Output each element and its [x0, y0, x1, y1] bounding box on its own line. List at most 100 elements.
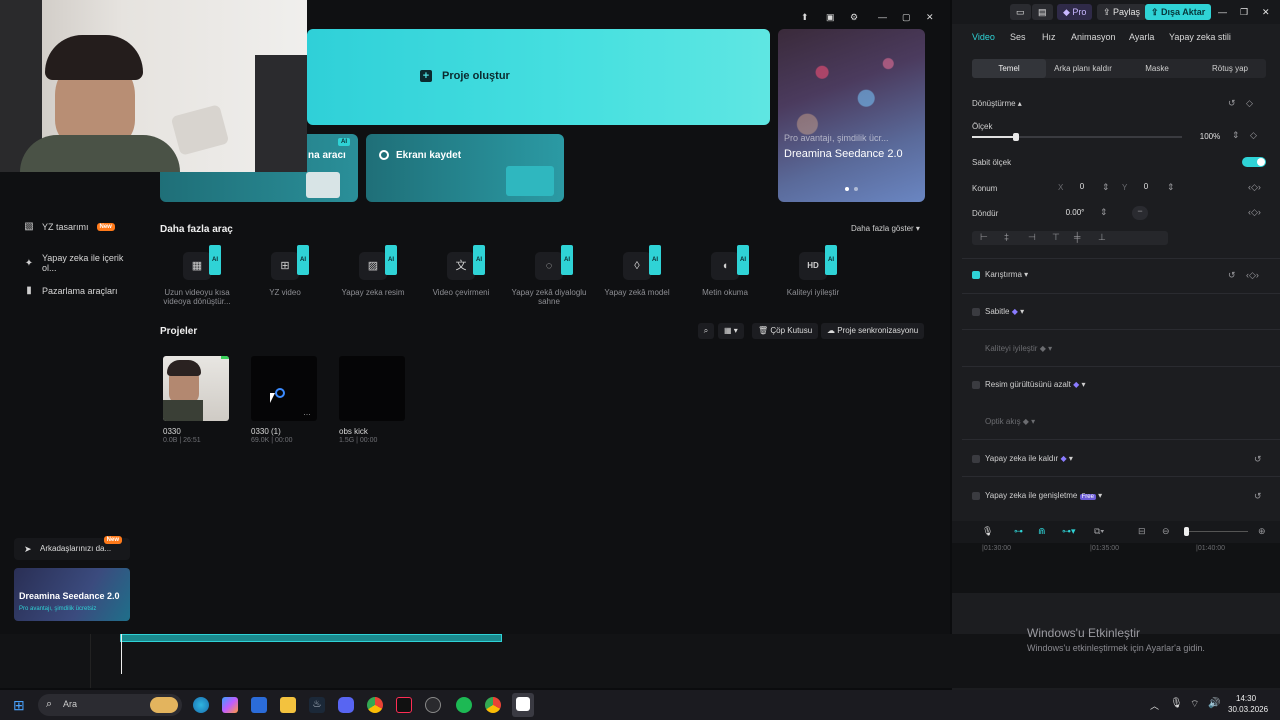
search-box[interactable]: ⌕ Ara	[38, 694, 182, 716]
invite-friends-button[interactable]: ➤ Arkadaşlarınızı da... New	[14, 536, 130, 560]
tab-adjust[interactable]: Ayarla	[1129, 32, 1154, 42]
magnet-icon[interactable]: ⋒	[1038, 526, 1046, 537]
pro-button[interactable]: ◆ Pro	[1057, 4, 1093, 20]
stabilize-checkbox[interactable]	[972, 308, 980, 316]
denoise-label[interactable]: Resim gürültüsünü azalt ◆ ▾	[985, 380, 1085, 389]
carousel-dot-active[interactable]	[845, 187, 849, 191]
app-icon[interactable]	[425, 697, 441, 713]
denoise-checkbox[interactable]	[972, 381, 980, 389]
store-icon[interactable]	[251, 697, 267, 713]
tool-enhance-quality[interactable]: HD AI Kaliteyi iyileştir	[773, 245, 853, 297]
share-button[interactable]: ⇪ Paylaş	[1097, 4, 1147, 20]
tab-speed[interactable]: Hız	[1042, 32, 1056, 42]
feedback-icon[interactable]: ▣	[826, 12, 835, 23]
volume-icon[interactable]: 🔊	[1208, 698, 1220, 709]
project-card[interactable]: obs kick 1.5G | 00:00	[339, 356, 405, 444]
scale-slider-handle[interactable]	[1013, 133, 1019, 141]
caption-icon[interactable]: ⊟	[1138, 526, 1146, 537]
zoom-slider[interactable]	[1184, 527, 1248, 536]
transform-title[interactable]: Dönüştürme ▴	[972, 99, 1022, 108]
wifi-icon[interactable]: ⌔	[1190, 698, 1199, 711]
view-toggle-icon[interactable]: ▦ ▾	[718, 323, 744, 339]
tool-ai-video[interactable]: ⊞ AI YZ video	[245, 245, 325, 297]
stepper-icon[interactable]: ⇕	[1100, 207, 1108, 218]
copilot-icon[interactable]	[222, 697, 238, 713]
maximize-icon[interactable]: ▢	[902, 12, 911, 23]
upload-icon[interactable]: ⬆	[801, 12, 809, 23]
uniform-scale-toggle[interactable]	[1242, 157, 1266, 167]
windows-start-icon[interactable]: ⊞	[13, 697, 29, 713]
keyframe-icon[interactable]: ◇	[1246, 98, 1253, 109]
rotate-dial-icon[interactable]: −	[1132, 206, 1148, 220]
minimize-icon[interactable]: —	[878, 12, 887, 22]
scale-slider[interactable]	[972, 133, 1182, 141]
tab-video[interactable]: Video	[972, 32, 995, 42]
clock-time[interactable]: 14:30	[1236, 694, 1256, 703]
microphone-icon[interactable]: 🎙	[982, 526, 993, 537]
more-options-icon[interactable]: …	[303, 408, 311, 417]
keyframe-icon[interactable]: ‹◇›	[1248, 207, 1261, 218]
sidebar-item-marketing[interactable]: ▮ Pazarlama araçları	[24, 285, 117, 296]
chrome-icon[interactable]	[485, 697, 501, 713]
reset-icon[interactable]: ↺	[1228, 98, 1236, 109]
zoom-in-icon[interactable]: ⊕	[1258, 526, 1266, 537]
tool-ai-dialog-scene[interactable]: ◌ AI Yapay zekâ diyaloglu sahne	[509, 245, 589, 306]
ai-remove-checkbox[interactable]	[972, 455, 980, 463]
layout-icon[interactable]: ▭	[1010, 4, 1031, 20]
playhead[interactable]	[121, 634, 122, 674]
rotate-input[interactable]: 0.00°	[1060, 206, 1090, 220]
keyframe-icon[interactable]: ‹◇›	[1248, 182, 1261, 193]
ai-expand-checkbox[interactable]	[972, 492, 980, 500]
scale-value[interactable]: 100%	[1192, 130, 1228, 144]
edge-icon[interactable]	[193, 697, 209, 713]
project-card[interactable]: 0330 0.0B | 26:51	[163, 356, 229, 444]
timeline-clip[interactable]	[120, 634, 502, 642]
align-left-icon[interactable]: ⊢	[980, 232, 988, 243]
maximize-icon[interactable]: ❐	[1234, 4, 1254, 20]
reset-icon[interactable]: ↺	[1228, 270, 1236, 281]
blend-checkbox[interactable]	[972, 271, 980, 279]
align-bottom-icon[interactable]: ⊥	[1098, 232, 1106, 243]
minimize-icon[interactable]: —	[1212, 4, 1233, 20]
zoom-out-icon[interactable]: ⊖	[1162, 526, 1170, 537]
tool-ai-image[interactable]: ▨ AI Yapay zeka resim	[333, 245, 413, 297]
zoom-slider-handle[interactable]	[1184, 527, 1189, 536]
tab-audio[interactable]: Ses	[1010, 32, 1026, 42]
create-project-button[interactable]: + Proje oluştur	[420, 70, 510, 82]
tool-text-to-speech[interactable]: ◖ AI Metin okuma	[685, 245, 765, 297]
stepper-icon[interactable]: ⇕	[1102, 182, 1110, 193]
sidebar-item-ai-design[interactable]: ▧ YZ tasarımı New	[24, 221, 115, 232]
align-top-icon[interactable]: ⊤	[1052, 232, 1060, 243]
show-more-link[interactable]: Daha fazla göster ▾	[851, 224, 920, 233]
project-card[interactable]: … 0330 (1) 69.0K | 00:00	[251, 356, 317, 444]
keyframe-icon[interactable]: ‹◇›	[1246, 270, 1259, 281]
blend-label[interactable]: Karıştırma ▾	[985, 270, 1028, 279]
ratio-icon[interactable]: ▤	[1032, 4, 1053, 20]
carousel-dot[interactable]	[854, 187, 858, 191]
pos-x-input[interactable]: 0	[1068, 180, 1096, 194]
align-right-icon[interactable]: ⊣	[1028, 232, 1036, 243]
tab-animation[interactable]: Animasyon	[1071, 32, 1116, 42]
clock-date[interactable]: 30.03.2026	[1228, 705, 1268, 714]
link-icon[interactable]: ⊶	[1014, 526, 1023, 537]
promo-card[interactable]: Pro avantajı, şimdilik ücr... Dreamina S…	[778, 29, 925, 202]
export-button[interactable]: ⇪ Dışa Aktar	[1145, 4, 1212, 20]
reset-icon[interactable]: ↺	[1254, 454, 1262, 465]
record-screen-card[interactable]: Ekranı kaydet	[366, 134, 564, 202]
ai-expand-label[interactable]: Yapay zeka ile genişletme Free ▾	[985, 491, 1102, 500]
discord-icon[interactable]	[338, 697, 354, 713]
chrome-icon[interactable]	[367, 697, 383, 713]
align-middle-icon[interactable]: ╪	[1074, 232, 1080, 242]
align-center-h-icon[interactable]: ‡	[1004, 232, 1009, 242]
tool-video-translator[interactable]: 文 AI Video çevirmeni	[421, 245, 501, 297]
close-icon[interactable]: ✕	[926, 12, 934, 23]
steam-icon[interactable]: ♨	[309, 697, 325, 713]
pos-y-input[interactable]: 0	[1132, 180, 1160, 194]
snap-icon[interactable]: ⊶▾	[1062, 526, 1076, 537]
tab-ai-style[interactable]: Yapay zeka stili	[1169, 32, 1231, 42]
file-explorer-icon[interactable]	[280, 697, 296, 713]
sync-button[interactable]: ☁ Proje senkronizasyonu	[821, 323, 925, 339]
close-icon[interactable]: ✕	[1256, 4, 1276, 20]
microphone-icon[interactable]: 🎙	[1170, 698, 1183, 709]
subtab-retouch[interactable]: Rötuş yap	[1194, 59, 1266, 78]
